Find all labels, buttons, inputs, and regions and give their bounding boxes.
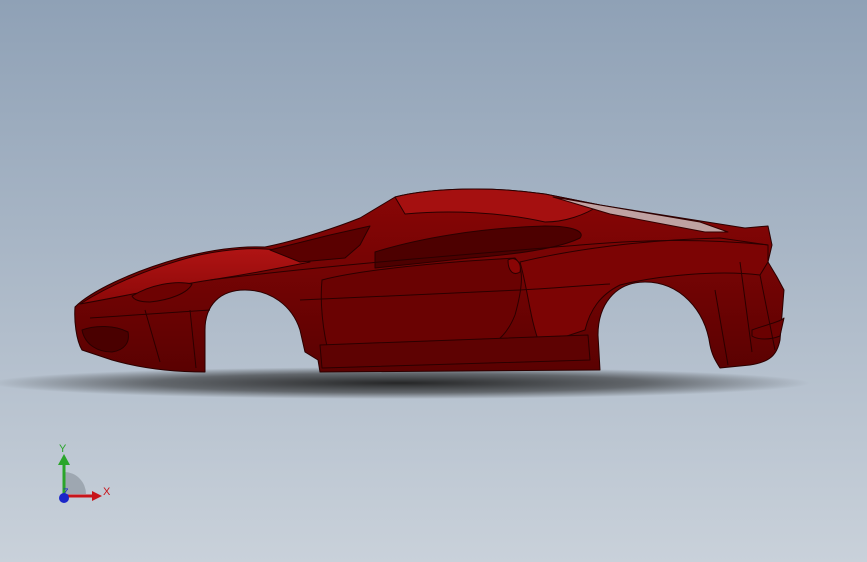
x-axis-label: X: [103, 486, 111, 498]
graphics-viewport[interactable]: Y X Z: [0, 0, 867, 562]
x-axis-arrow: [92, 491, 102, 501]
coordinate-triad-icon: [58, 454, 102, 503]
coordinate-triad[interactable]: Y X Z: [44, 440, 124, 512]
z-axis-label: Z: [63, 487, 69, 497]
model-scene[interactable]: [0, 0, 867, 562]
y-axis-label: Y: [59, 443, 67, 455]
y-axis-arrow: [58, 454, 70, 465]
